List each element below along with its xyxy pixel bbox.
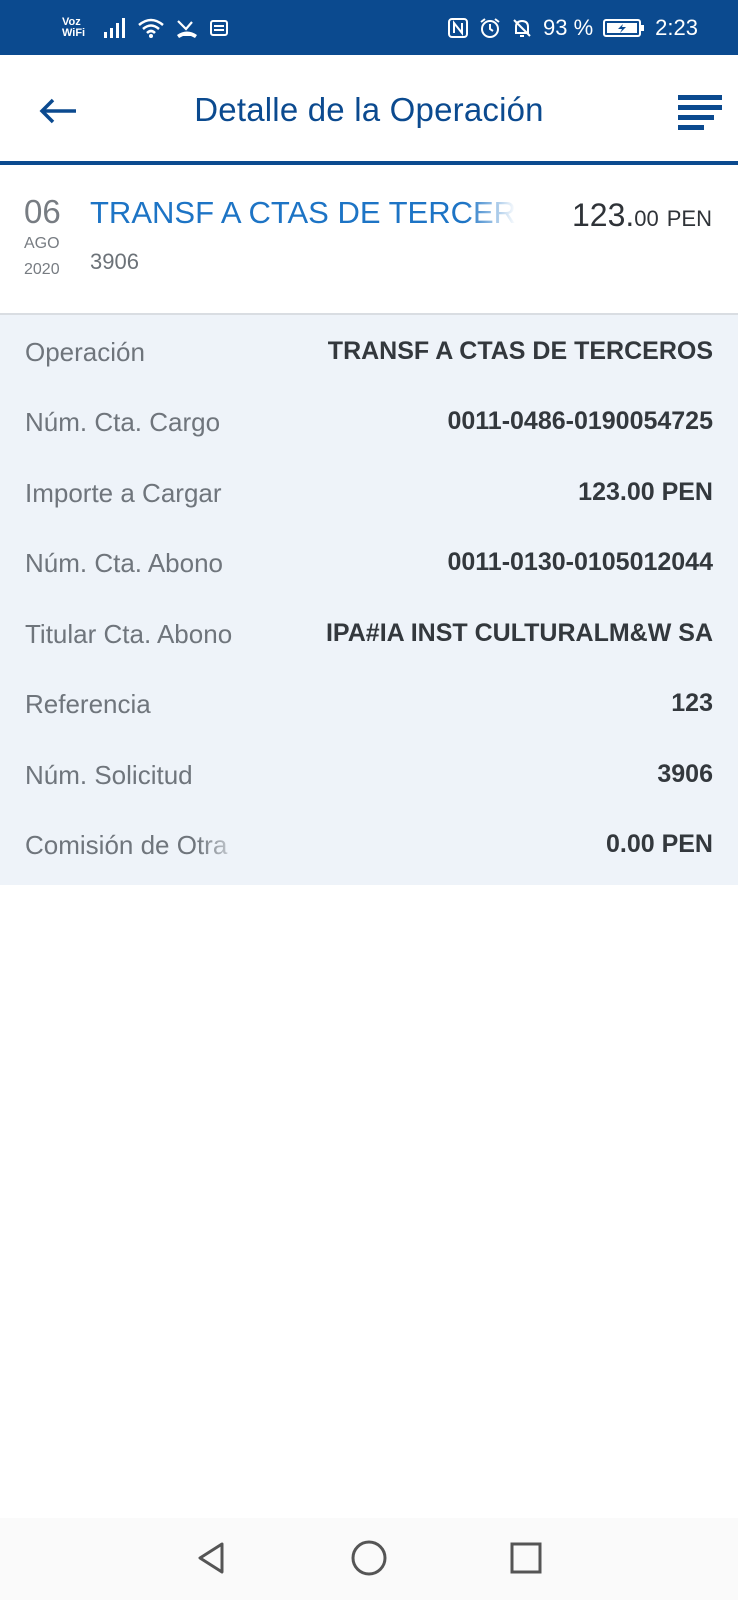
alarm-icon	[479, 17, 501, 39]
detail-label: Titular Cta. Abono	[25, 619, 233, 649]
detail-value: 123.00 PEN	[578, 478, 713, 506]
amount-decimal: 00	[634, 206, 659, 231]
date-day: 06	[24, 193, 61, 230]
amount-integer: 123.	[571, 197, 635, 233]
detail-value: 123	[671, 689, 713, 717]
detail-label: Núm. Cta. Cargo	[25, 407, 221, 437]
operation-details: Operación TRANSF A CTAS DE TERCEROS Núm.…	[0, 315, 738, 885]
voz-label: Voz	[62, 15, 81, 28]
detail-row-importe: Importe a Cargar 123.00 PEN	[0, 456, 738, 526]
amount-currency: PEN	[666, 206, 712, 231]
detail-row-titular: Titular Cta. Abono IPA#IA INST CULTURALM…	[0, 597, 738, 667]
detail-label: Importe a Cargar	[25, 478, 222, 508]
voz-wifi-indicator: Voz WiFi	[62, 15, 86, 39]
operation-amount: 123.00 PEN	[572, 197, 712, 234]
nav-back-button[interactable]	[192, 1538, 232, 1578]
wifi-icon	[137, 17, 165, 39]
app-header: Detalle de la Operación	[0, 55, 738, 165]
status-bar-left: Voz WiFi	[62, 15, 229, 39]
home-circle-icon	[351, 1540, 387, 1576]
detail-value: 0.00 PEN	[605, 830, 713, 858]
back-triangle-icon	[198, 1542, 224, 1574]
detail-label: Núm. Solicitud	[25, 760, 193, 790]
nav-recents-button[interactable]	[506, 1538, 546, 1578]
detail-row-referencia: Referencia 123	[0, 667, 738, 737]
detail-row-solicitud: Núm. Solicitud 3906	[0, 738, 738, 808]
status-bar-right: 93 % 2:23	[447, 15, 698, 41]
detail-label: Comisión de Otra	[25, 830, 247, 861]
nav-home-button[interactable]	[349, 1538, 389, 1578]
menu-button[interactable]	[676, 91, 724, 131]
status-time: 2:23	[655, 14, 698, 40]
operation-number: 3906	[90, 249, 139, 274]
operation-date: 06 AGO 2020	[24, 195, 84, 279]
detail-value: 0011-0130-0105012044	[447, 548, 713, 576]
date-year: 2020	[24, 261, 60, 278]
signal-icon	[103, 17, 127, 39]
detail-row-cta-abono: Núm. Cta. Abono 0011-0130-0105012044	[0, 526, 738, 596]
system-navigation-bar	[0, 1518, 738, 1600]
detail-value: TRANSF A CTAS DE TERCEROS	[327, 337, 713, 365]
missed-call-icon	[175, 17, 199, 39]
wifi-label: WiFi	[62, 26, 86, 39]
nfc-icon	[447, 17, 469, 39]
hamburger-menu-icon	[678, 95, 722, 130]
page-title: Detalle de la Operación	[194, 91, 544, 128]
detail-label: Núm. Cta. Abono	[25, 548, 223, 578]
battery-percent: 93 %	[543, 14, 594, 40]
date-month: AGO	[24, 235, 60, 252]
detail-row-comision: Comisión de Otra 0.00 PEN	[0, 808, 738, 878]
detail-row-cta-cargo: Núm. Cta. Cargo 0011-0486-0190054725	[0, 385, 738, 455]
detail-row-operacion: Operación TRANSF A CTAS DE TERCEROS	[0, 315, 738, 385]
detail-value: 0011-0486-0190054725	[447, 407, 713, 435]
detail-label: Referencia	[25, 689, 151, 719]
message-icon	[209, 18, 229, 38]
battery-charging-icon	[603, 17, 645, 39]
recents-square-icon	[510, 1542, 542, 1574]
bell-muted-icon	[511, 17, 533, 39]
status-bar: Voz WiFi 93 % 2:23	[0, 0, 738, 55]
operation-title: TRANSF A CTAS DE TERCEROS	[90, 195, 516, 231]
detail-value: 3906	[657, 760, 713, 788]
operation-summary: 06 AGO 2020 TRANSF A CTAS DE TERCEROS 39…	[0, 165, 738, 315]
detail-value: IPA#IA INST CULTURALM&W SA	[325, 619, 713, 647]
detail-label: Operación	[25, 337, 145, 367]
